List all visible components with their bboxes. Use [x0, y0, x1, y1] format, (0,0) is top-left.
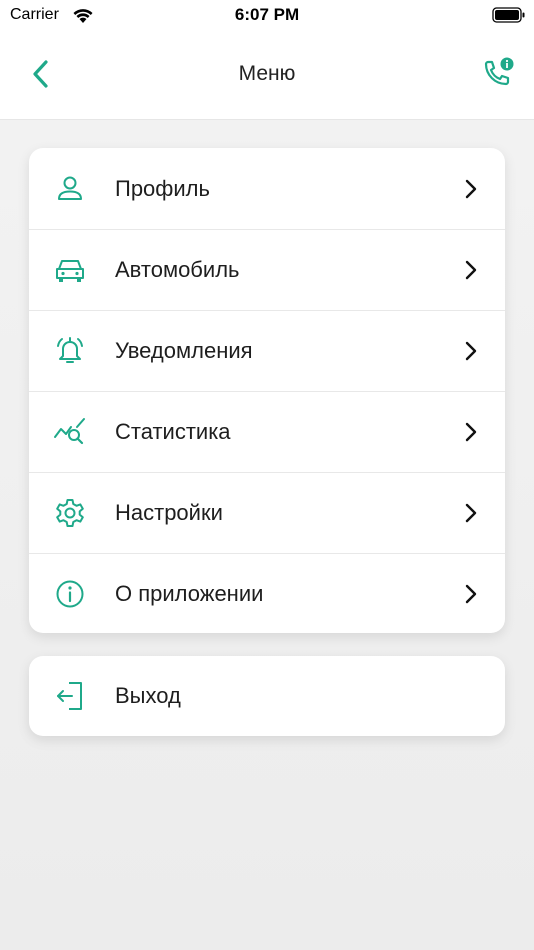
chart-search-icon	[53, 415, 87, 449]
call-info-button[interactable]	[478, 54, 518, 94]
menu-item-label: О приложении	[115, 581, 264, 606]
gear-icon	[53, 496, 87, 530]
user-icon	[53, 172, 87, 206]
nav-bar: Меню	[0, 32, 534, 120]
screen: Carrier 6:07 PM Меню Профиль Автомобиль …	[0, 0, 534, 950]
menu-card: Профиль Автомобиль Уведомления Статистик…	[29, 148, 505, 633]
logout-card: Выход	[29, 656, 505, 736]
menu-item-notifications[interactable]: Уведомления	[29, 310, 505, 391]
chevron-right-icon	[461, 258, 481, 282]
menu-item-label: Уведомления	[115, 338, 253, 363]
logout-button[interactable]: Выход	[29, 656, 505, 736]
chevron-right-icon	[461, 177, 481, 201]
chevron-right-icon	[461, 501, 481, 525]
menu-item-label: Статистика	[115, 419, 231, 444]
phone-info-icon	[480, 56, 516, 92]
menu-item-car[interactable]: Автомобиль	[29, 229, 505, 310]
status-bar: Carrier 6:07 PM	[0, 0, 534, 32]
car-icon	[53, 253, 87, 287]
status-time: 6:07 PM	[234, 5, 300, 24]
chevron-right-icon	[461, 582, 481, 606]
page-title: Меню	[238, 62, 296, 85]
menu-item-label: Настройки	[115, 500, 223, 525]
menu-item-statistics[interactable]: Статистика	[29, 391, 505, 472]
battery-icon	[492, 7, 526, 23]
logout-icon	[53, 679, 87, 713]
menu-item-settings[interactable]: Настройки	[29, 472, 505, 553]
chevron-right-icon	[461, 339, 481, 363]
menu-item-label: Автомобиль	[115, 257, 240, 282]
chevron-right-icon	[461, 420, 481, 444]
info-icon	[53, 577, 87, 611]
logout-label: Выход	[115, 683, 181, 708]
menu-item-profile[interactable]: Профиль	[29, 148, 505, 229]
menu-item-about[interactable]: О приложении	[29, 553, 505, 633]
bell-icon	[53, 334, 87, 368]
menu-item-label: Профиль	[115, 175, 210, 201]
